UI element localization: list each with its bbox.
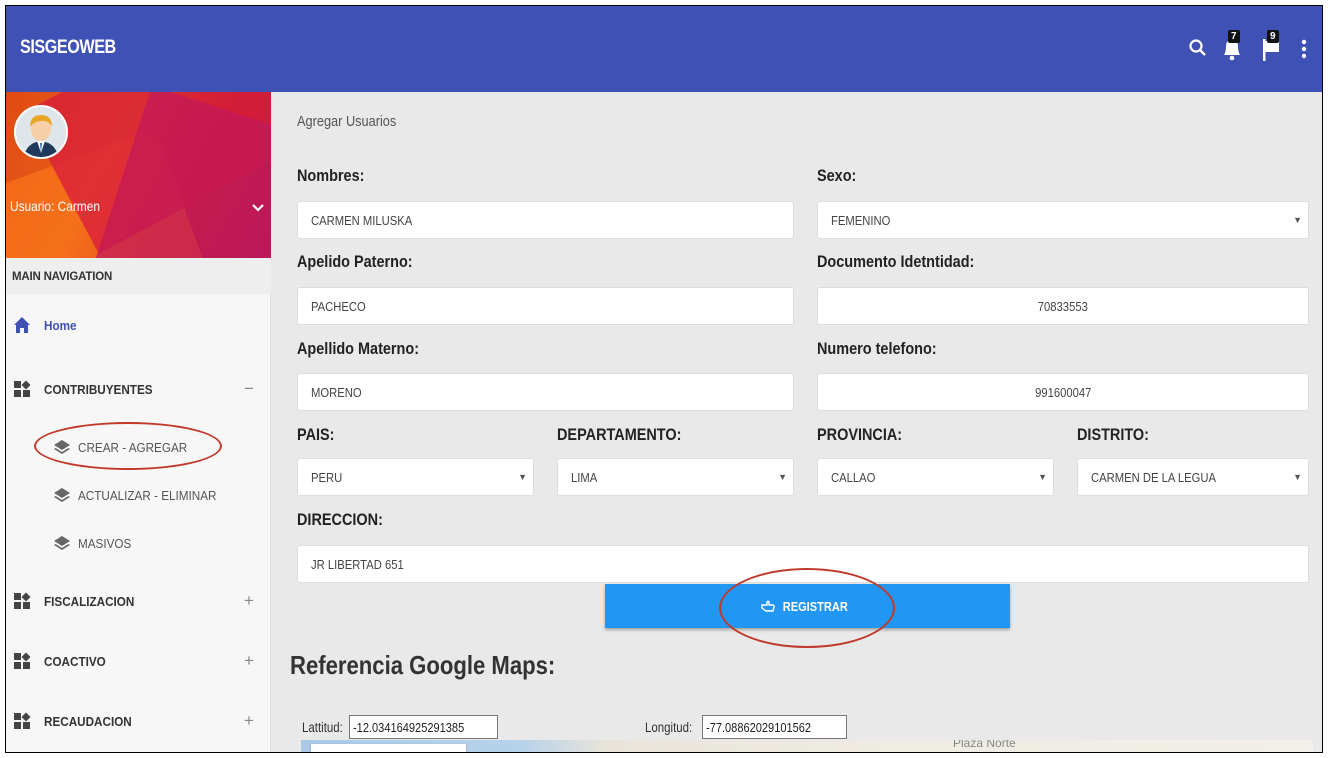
more-vert-icon[interactable]	[1294, 30, 1322, 64]
main-content: Agregar Usuarios Nombres: Sexo: CARMEN M…	[271, 92, 1322, 752]
notifications-badge: 7	[1228, 30, 1240, 43]
apellido-materno-field[interactable]: MORENO	[297, 373, 794, 411]
sexo-select[interactable]: FEMENINO ▼	[817, 201, 1309, 239]
sidebar-item-label: CONTRIBUYENTES	[44, 382, 153, 397]
dropdown-caret-icon: ▼	[778, 472, 787, 482]
latitude-label: Lattitud:	[302, 720, 343, 735]
dropdown-caret-icon: ▼	[1293, 472, 1302, 482]
sidebar-subitem-crear-agregar[interactable]: CREAR - AGREGAR	[6, 432, 271, 462]
sidebar-subitem-label: MASIVOS	[78, 536, 132, 551]
layers-icon	[54, 488, 70, 502]
expand-icon[interactable]: +	[244, 591, 254, 611]
top-bar: SISGEOWEB 7 9	[6, 6, 1322, 92]
pais-select[interactable]: PERU ▼	[297, 458, 534, 496]
telefono-label: Numero telefono:	[817, 339, 937, 358]
documento-label: Documento Idetntidad:	[817, 252, 975, 271]
telefono-field[interactable]: 991600047	[817, 373, 1309, 411]
sidebar-item-label: Home	[44, 318, 77, 333]
sidebar: Usuario: Carmen MAIN NAVIGATION Home CON…	[6, 92, 271, 752]
sidebar-item-recaudacion[interactable]: RECAUDACION +	[6, 702, 271, 742]
avatar[interactable]	[14, 105, 68, 159]
home-icon	[14, 317, 30, 333]
dropdown-caret-icon: ▼	[1038, 472, 1047, 482]
apellido-paterno-field[interactable]: PACHECO	[297, 287, 794, 325]
latitude-input[interactable]: -12.034164925291385	[349, 715, 498, 739]
pais-label: PAIS:	[297, 425, 335, 444]
app-window: SISGEOWEB 7 9 Usuario: Carmen MAIN NAVIG…	[5, 5, 1323, 753]
dropdown-caret-icon: ▼	[1293, 215, 1302, 225]
user-panel: Usuario: Carmen	[6, 92, 271, 258]
widgets-icon	[14, 380, 31, 397]
sidebar-item-label: FISCALIZACION	[44, 594, 135, 609]
register-button[interactable]: REGISTRAR	[605, 584, 1010, 628]
provincia-label: PROVINCIA:	[817, 425, 903, 444]
widgets-icon	[14, 592, 31, 609]
direccion-field[interactable]: JR LIBERTAD 651	[297, 545, 1309, 583]
user-name: Usuario: Carmen	[10, 198, 100, 214]
collapse-icon[interactable]: −	[244, 379, 254, 399]
distrito-label: DISTRITO:	[1077, 425, 1149, 444]
maps-title: Referencia Google Maps:	[290, 650, 556, 680]
sidebar-item-home[interactable]: Home	[6, 306, 271, 346]
page-title: Agregar Usuarios	[297, 114, 397, 130]
sidebar-item-label: COACTIVO	[44, 654, 106, 669]
sidebar-subitem-label: CREAR - AGREGAR	[78, 440, 188, 455]
dropdown-caret-icon: ▼	[518, 472, 527, 482]
map-search-box[interactable]	[311, 744, 466, 752]
flags-badge: 9	[1267, 30, 1279, 43]
sidebar-subitem-masivos[interactable]: MASIVOS	[6, 528, 271, 558]
search-icon[interactable]	[1186, 30, 1216, 64]
notifications-button[interactable]: 7	[1219, 30, 1249, 64]
hand-pointer-icon	[761, 600, 776, 612]
departamento-select[interactable]: LIMA ▼	[557, 458, 794, 496]
apellido-materno-label: Apellido Materno:	[297, 339, 420, 358]
provincia-select[interactable]: CALLAO ▼	[817, 458, 1054, 496]
sidebar-subitem-actualizar-eliminar[interactable]: ACTUALIZAR - ELIMINAR	[6, 480, 271, 510]
map-place-label: Plaza Norte	[953, 740, 1016, 750]
sidebar-item-contribuyentes[interactable]: CONTRIBUYENTES −	[6, 370, 271, 410]
departamento-label: DEPARTAMENTO:	[557, 425, 682, 444]
distrito-select[interactable]: CARMEN DE LA LEGUA ▼	[1077, 458, 1309, 496]
sidebar-item-label: RECAUDACION	[44, 714, 132, 729]
sidebar-item-coactivo[interactable]: COACTIVO +	[6, 642, 271, 682]
google-map[interactable]: Plaza Norte	[301, 740, 1313, 752]
direccion-label: DIRECCION:	[297, 510, 383, 529]
flags-button[interactable]: 9	[1258, 30, 1288, 64]
chevron-down-icon[interactable]	[252, 200, 264, 216]
nombres-field[interactable]: CARMEN MILUSKA	[297, 201, 794, 239]
sidebar-item-fiscalizacion[interactable]: FISCALIZACION +	[6, 582, 271, 622]
apellido-paterno-label: Apelido Paterno:	[297, 252, 413, 271]
longitude-input[interactable]: -77.08862029101562	[702, 715, 847, 739]
nombres-label: Nombres:	[297, 166, 365, 185]
sexo-label: Sexo:	[817, 166, 857, 185]
layers-icon	[54, 440, 70, 454]
expand-icon[interactable]: +	[244, 711, 254, 731]
documento-field[interactable]: 70833553	[817, 287, 1309, 325]
longitude-label: Longitud:	[645, 720, 693, 735]
app-title[interactable]: SISGEOWEB	[20, 37, 116, 59]
nav-header: MAIN NAVIGATION	[6, 258, 271, 294]
sidebar-subitem-label: ACTUALIZAR - ELIMINAR	[78, 488, 217, 503]
widgets-icon	[14, 652, 31, 669]
expand-icon[interactable]: +	[244, 651, 254, 671]
widgets-icon	[14, 712, 31, 729]
layers-icon	[54, 536, 70, 550]
